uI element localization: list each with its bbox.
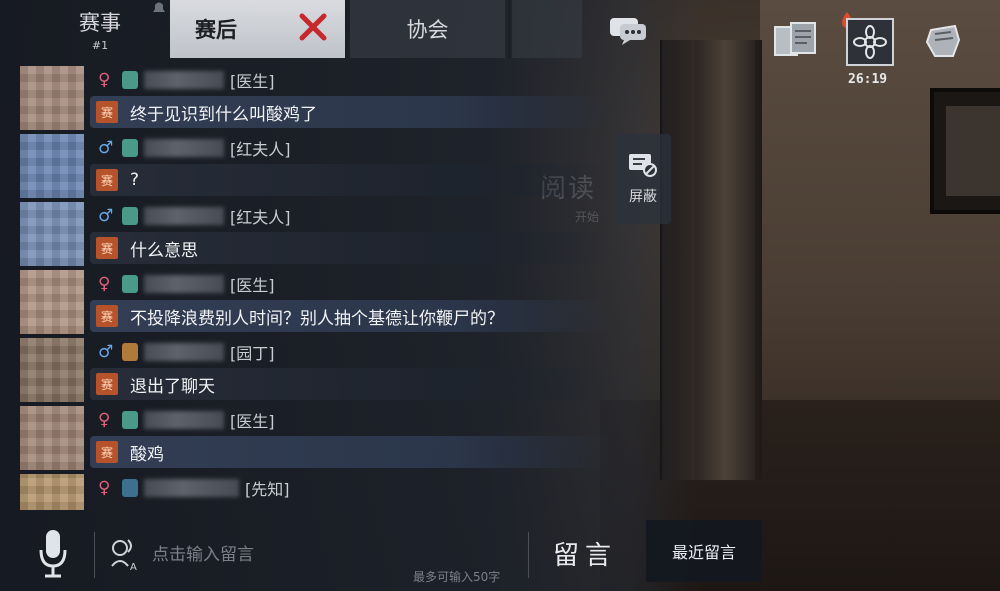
tab-divider (345, 0, 347, 58)
chat-message: ♀ [先知] (0, 474, 640, 514)
sender-row: ♀ [医生] (98, 68, 275, 92)
character-icon (122, 139, 138, 157)
female-icon: ♀ (98, 478, 111, 498)
chat-message: ♀ [医生] 赛 酸鸡 (0, 406, 640, 474)
match-tag: 赛 (96, 169, 118, 191)
match-tag: 赛 (96, 373, 118, 395)
avatar[interactable] (20, 66, 84, 130)
message-text: 不投降浪费别人时间？别人抽个基德让你鞭尸的？ (130, 308, 504, 329)
sender-role: [医生] (230, 72, 275, 91)
divider (528, 532, 529, 578)
chat-message: ♂ [红夫人] 赛 ? (0, 134, 640, 202)
match-tag: 赛 (96, 305, 118, 327)
message-text: 什么意思 (130, 240, 198, 261)
bell-icon (150, 0, 170, 18)
notes-icon[interactable] (772, 18, 822, 64)
message-bubble[interactable]: 赛 什么意思 (90, 232, 610, 264)
input-bar: A 最多可输入50字 留言 最近留言 (0, 510, 780, 591)
character-icon (122, 479, 138, 497)
female-icon: ♀ (98, 274, 111, 294)
female-icon: ♀ (98, 410, 111, 430)
flower-badge-icon[interactable] (846, 18, 894, 66)
sender-row: ♀ [先知] (98, 476, 290, 500)
blurred-username (144, 139, 224, 157)
tab-match-label: 赛事 (79, 10, 121, 35)
match-tag: 赛 (96, 441, 118, 463)
sender-row: ♂ [园丁] (98, 340, 275, 364)
message-text: 酸鸡 (130, 444, 164, 465)
match-tag: 赛 (96, 237, 118, 259)
tab-association-label: 协会 (406, 18, 449, 42)
avatar[interactable] (20, 474, 84, 510)
blurred-username (144, 343, 224, 361)
sender-row: ♂ [红夫人] (98, 204, 291, 228)
avatar[interactable] (20, 134, 84, 198)
sender-row: ♀ [医生] (98, 408, 275, 432)
mute-button[interactable]: 屏蔽 (615, 134, 671, 224)
sender-role: [红夫人] (230, 140, 291, 159)
sender-role: [医生] (230, 276, 275, 295)
avatar[interactable] (20, 270, 84, 334)
message-text: 退出了聊天 (130, 376, 215, 397)
sender-role: [医生] (230, 412, 275, 431)
mute-button-label: 屏蔽 (629, 189, 657, 205)
avatar[interactable] (20, 406, 84, 470)
avatar[interactable] (20, 202, 84, 266)
recent-messages-button[interactable]: 最近留言 (646, 520, 762, 582)
tab-post-match-label: 赛后 (195, 18, 237, 42)
chat-bubble-icon[interactable] (608, 14, 648, 46)
blurred-username (144, 479, 239, 497)
male-icon: ♂ (98, 206, 114, 226)
message-bubble[interactable]: 赛 ? (90, 164, 610, 196)
character-icon (122, 343, 138, 361)
sender-role: [红夫人] (230, 208, 291, 227)
hud-extra-icon[interactable] (990, 18, 1000, 64)
blurred-username (144, 275, 224, 293)
background-pillar (695, 40, 755, 480)
match-tag: 赛 (96, 101, 118, 123)
character-icon (122, 207, 138, 225)
tab-divider (508, 0, 510, 58)
voice-to-text-icon[interactable]: A (108, 536, 140, 573)
sender-role: [园丁] (230, 344, 275, 363)
message-bubble[interactable]: 赛 不投降浪费别人时间？别人抽个基德让你鞭尸的？ (90, 300, 610, 332)
blurred-username (144, 207, 224, 225)
avatar[interactable] (20, 338, 84, 402)
close-tab-icon[interactable] (296, 10, 330, 44)
chat-message: ♂ [红夫人] 赛 什么意思 (0, 202, 640, 270)
blurred-username (144, 411, 224, 429)
character-icon (122, 275, 138, 293)
female-icon: ♀ (98, 70, 111, 90)
character-icon (122, 411, 138, 429)
sender-role: [先知] (245, 480, 290, 499)
chat-message: ♀ [医生] 赛 终于见识到什么叫酸鸡了 (0, 66, 640, 134)
chat-tabs: 赛事 #1 赛后 协会 (0, 0, 660, 58)
tab-match[interactable]: 赛事 #1 (40, 0, 160, 58)
char-limit-hint: 最多可输入50字 (413, 570, 501, 584)
fist-icon[interactable] (918, 18, 968, 64)
blurred-username (144, 71, 224, 89)
background-picture-frame (930, 88, 1000, 214)
sender-row: ♂ [红夫人] (98, 136, 291, 160)
svg-text:A: A (130, 562, 137, 572)
mute-icon (629, 154, 657, 177)
message-bubble[interactable]: 赛 退出了聊天 (90, 368, 610, 400)
character-icon (122, 71, 138, 89)
tab-association[interactable]: 协会 (350, 0, 505, 58)
chat-message: ♀ [医生] 赛 不投降浪费别人时间？别人抽个基德让你鞭尸的？ (0, 270, 640, 338)
chat-message: ♂ [园丁] 赛 退出了聊天 (0, 338, 640, 406)
message-text: 终于见识到什么叫酸鸡了 (130, 104, 317, 125)
post-message-button[interactable]: 留言 (540, 528, 630, 578)
divider (94, 532, 95, 578)
male-icon: ♂ (98, 138, 114, 158)
hud-timer: 26:19 (848, 72, 888, 87)
message-bubble[interactable]: 赛 终于见识到什么叫酸鸡了 (90, 96, 610, 128)
microphone-icon[interactable] (38, 528, 68, 580)
male-icon: ♂ (98, 342, 114, 362)
tab-match-rank: #1 (91, 38, 109, 52)
message-bubble[interactable]: 赛 酸鸡 (90, 436, 610, 468)
tab-extra[interactable] (512, 0, 582, 58)
sender-row: ♀ [医生] (98, 272, 275, 296)
message-text: ? (130, 170, 140, 190)
